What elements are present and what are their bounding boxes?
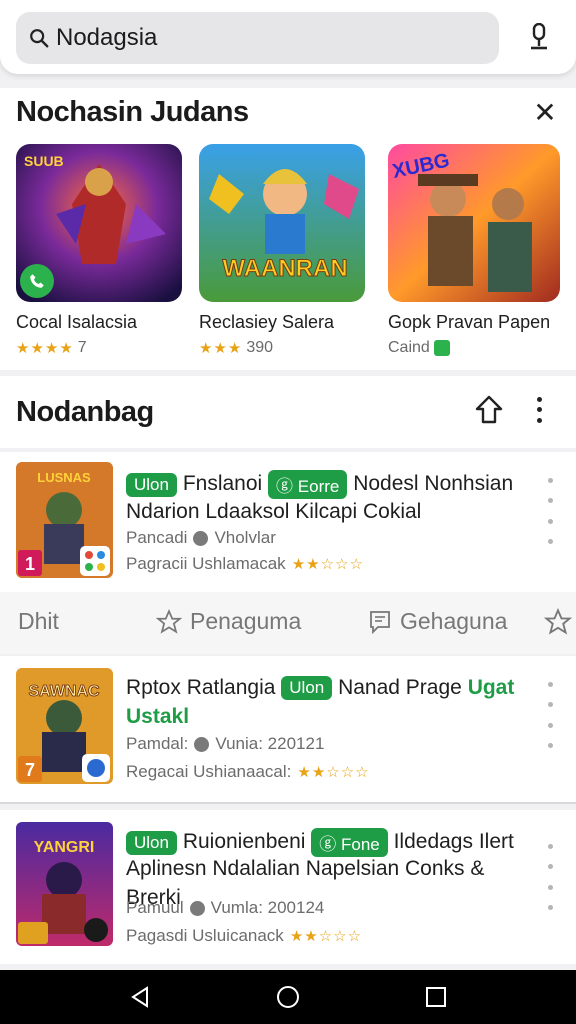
item-rating: Regacai Ushianaacal: ★★☆☆☆	[126, 762, 370, 781]
app-rating: Caind	[388, 339, 560, 357]
app-name: Reclasiey Salera	[199, 312, 335, 332]
rating-stars: ★★★★	[16, 340, 74, 357]
tag-badge: Ulon	[126, 472, 177, 497]
rank-badge: 7	[25, 760, 35, 780]
recents-icon[interactable]	[424, 985, 448, 1009]
item-title: Ulon Fnslanoi ⓖ Eorre Nodesl Nonhsian	[126, 470, 513, 499]
search-box[interactable]	[16, 12, 499, 64]
app-thumbnail: SAWNAC 7	[16, 668, 113, 784]
list-item[interactable]: LUSNAS 1 Ulon Fnslanoi ⓖ Eorre Nodesl No…	[0, 452, 576, 592]
action-button[interactable]: Gehaguna	[368, 608, 507, 635]
more-vert-icon[interactable]	[546, 478, 554, 544]
thumbnail-title: YANGRI	[34, 839, 95, 856]
app-thumbnail: WAANRAN	[199, 144, 365, 302]
rating-stars: ★★☆☆☆	[289, 928, 363, 945]
tag-badge: ⓖ Fone	[311, 828, 388, 857]
thumbnail-title: SAWNAC	[28, 683, 100, 700]
rating-value: 7	[77, 339, 87, 356]
item-rating: Pagasdi Usluicanack ★★☆☆☆	[126, 926, 363, 945]
item-title-text: Fnslanoi	[182, 472, 263, 496]
more-vert-icon[interactable]	[546, 844, 554, 910]
info-icon	[194, 736, 210, 752]
item-subtitle: Aplinesn Ndalalian Napelsian Conks &	[126, 857, 485, 880]
item-title: Rptox Ratlangia Ulon Nanad Prage Ugat	[126, 676, 515, 701]
rank-badge: 1	[25, 554, 35, 574]
app-card[interactable]: WAANRAN Reclasiey Salera ★★★ 390	[199, 144, 371, 357]
item-rating: Pagracii Ushlamacak ★★☆☆☆	[126, 554, 364, 573]
app-card[interactable]: SUUB Cocal Isalacsia ★★★★ 7	[16, 144, 188, 357]
app-thumbnail: SUUB	[16, 144, 182, 302]
app-name: Cocal Isalacsia	[16, 312, 138, 332]
search-input[interactable]	[56, 24, 476, 52]
action-button[interactable]: Dhit	[18, 608, 59, 635]
item-subtitle: Ustakl	[126, 705, 190, 728]
star-outline-icon	[156, 608, 182, 634]
item-meta: Pancadi Vholvlar	[126, 528, 276, 547]
info-icon	[189, 900, 205, 916]
tag-badge: Ulon	[126, 830, 177, 855]
share-icon[interactable]	[474, 394, 504, 426]
item-title-highlight: Ugat	[467, 676, 515, 699]
close-icon[interactable]: ✕	[532, 99, 558, 127]
app-rating: ★★★★ 7	[16, 339, 188, 357]
badge-icon	[433, 340, 450, 356]
home-icon[interactable]	[276, 985, 300, 1009]
item-title-text: Ildedags Ilert	[393, 830, 514, 854]
thumbnail-title: WAANRAN	[222, 255, 347, 282]
search-icon	[30, 29, 49, 48]
app-name: Gopk Pravan Papen	[388, 312, 551, 332]
action-row: Dhit Penaguma Gehaguna	[0, 592, 576, 654]
item-meta: Pamdal: Vunia: 220121	[126, 734, 325, 753]
tag-badge: ⓖ Eorre	[268, 470, 348, 499]
comment-icon	[370, 610, 390, 634]
app-thumbnail: YANGRI	[16, 822, 113, 946]
item-title: Ulon Ruionienbeni ⓖ Fone Ildedags Ilert	[126, 828, 514, 857]
rating-stars: ★★☆☆☆	[297, 764, 370, 781]
top-search-bar	[0, 0, 576, 74]
item-subtitle: Ndarion Ldaaksol Kilcapi Cokial	[126, 500, 422, 523]
phone-icon	[20, 264, 54, 298]
list-section-header: Nodanbag	[0, 376, 576, 448]
more-vert-icon[interactable]	[528, 394, 550, 426]
rating-value: Caind	[388, 339, 430, 356]
app-thumbnail: XUBG	[388, 144, 560, 302]
app-card[interactable]: XUBG Gopk Pravan Papen Caind	[388, 144, 560, 357]
item-title-text: Nanad Prage	[338, 676, 462, 699]
action-button[interactable]: Penaguma	[156, 608, 301, 635]
star-outline-icon[interactable]	[544, 608, 572, 636]
item-meta: Pamuul Vumla: 200124	[126, 898, 325, 917]
section-title: Nochasin Judans	[16, 96, 249, 128]
tag-badge: Ulon	[281, 676, 333, 701]
back-icon[interactable]	[128, 985, 152, 1009]
app-rating: ★★★ 390	[199, 339, 371, 357]
rating-stars: ★★☆☆☆	[291, 556, 364, 573]
more-vert-icon[interactable]	[546, 682, 554, 748]
rating-value: 390	[246, 339, 274, 356]
list-item[interactable]: SAWNAC 7 Rptox Ratlangia Ulon Nanad Prag…	[0, 656, 576, 802]
svg-text:LUSNAS: LUSNAS	[37, 470, 91, 485]
section-title: Nodanbag	[16, 396, 154, 428]
rating-stars: ★★★	[199, 340, 243, 357]
list-item[interactable]: YANGRI Ulon Ruionienbeni ⓖ Fone Ildedags…	[0, 810, 576, 964]
divider	[0, 802, 576, 804]
info-icon	[193, 530, 209, 546]
item-title-text: Rptox Ratlangia	[126, 676, 276, 699]
item-title-text: Nodesl Nonhsian	[353, 472, 514, 496]
system-nav-bar	[0, 970, 576, 1024]
item-title-text: Ruionienbeni	[182, 830, 306, 854]
svg-text:SUUB: SUUB	[24, 153, 64, 169]
mic-icon[interactable]	[524, 20, 554, 54]
recommended-section: Nochasin Judans ✕ SUUB Cocal Isalacsia ★…	[0, 88, 576, 370]
app-thumbnail: LUSNAS 1	[16, 462, 113, 578]
